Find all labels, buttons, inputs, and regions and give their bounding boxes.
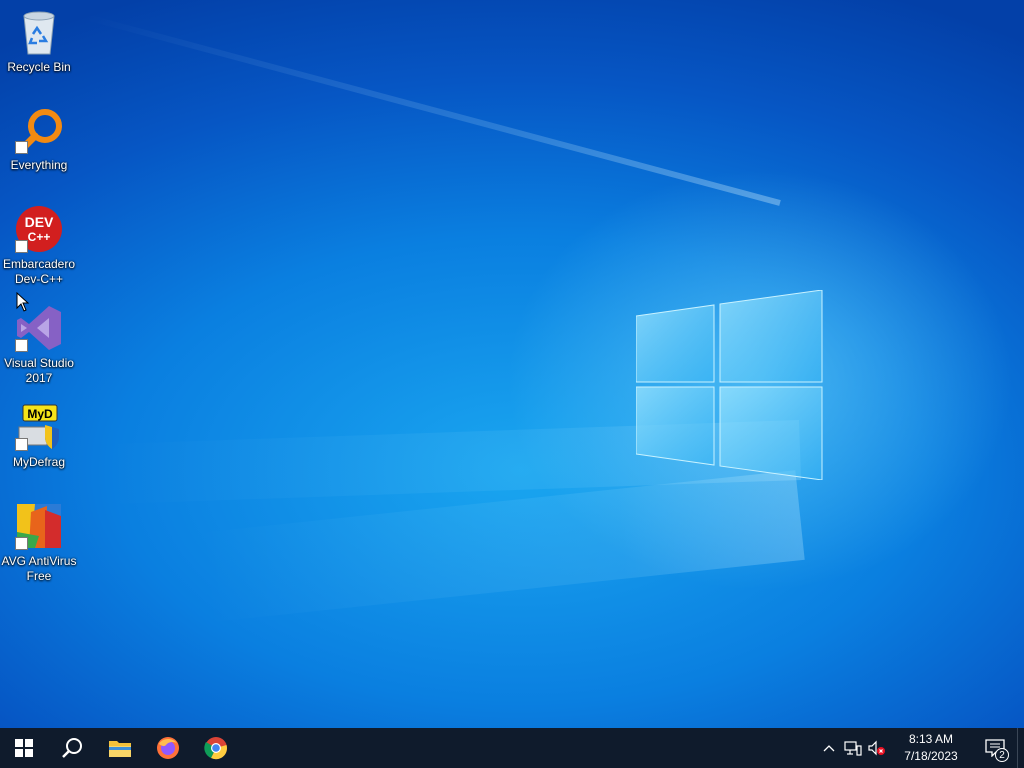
desktop-icon-label: Embarcadero Dev-C++	[2, 257, 76, 286]
shortcut-arrow-icon	[15, 339, 28, 352]
recycle-bin-icon	[15, 8, 63, 56]
shortcut-arrow-icon	[15, 438, 28, 451]
svg-text:MyD: MyD	[27, 407, 53, 421]
chevron-up-icon	[823, 745, 835, 752]
desktop-icon-label: AVG AntiVirus Free	[1, 554, 77, 583]
svg-text:C++: C++	[28, 230, 51, 244]
desktop-icon-recycle-bin[interactable]: Recycle Bin	[0, 8, 78, 75]
volume-button[interactable]	[865, 728, 889, 768]
desktop-icon-everything[interactable]: Everything	[0, 106, 78, 173]
show-hidden-icons-button[interactable]	[817, 728, 841, 768]
desktop[interactable]: Recycle Bin Everything DEV C++ Embarcade…	[0, 0, 1024, 728]
shortcut-arrow-icon	[15, 537, 28, 550]
shortcut-arrow-icon	[15, 141, 28, 154]
light-beam	[198, 470, 805, 623]
windows-logo-wallpaper	[636, 290, 823, 480]
avg-antivirus-icon	[15, 502, 63, 550]
taskbar-chrome[interactable]	[192, 728, 240, 768]
taskbar-firefox[interactable]	[144, 728, 192, 768]
taskbar-clock[interactable]: 8:13 AM 7/18/2023	[895, 731, 967, 765]
network-button[interactable]	[841, 728, 865, 768]
desktop-icon-visual-studio[interactable]: Visual Studio 2017	[0, 304, 78, 386]
system-tray: 8:13 AM 7/18/2023 2	[817, 728, 1024, 768]
network-icon	[844, 741, 862, 756]
search-icon	[62, 738, 82, 758]
clock-date: 7/18/2023	[904, 749, 958, 763]
svg-text:DEV: DEV	[25, 214, 54, 230]
chrome-icon	[204, 737, 227, 760]
mouse-cursor-icon	[16, 292, 30, 312]
start-button[interactable]	[0, 728, 48, 768]
desktop-icon-label: Recycle Bin	[7, 60, 71, 74]
show-desktop-button[interactable]	[1017, 728, 1024, 768]
desktop-icon-label: MyDefrag	[12, 455, 65, 469]
search-button[interactable]	[48, 728, 96, 768]
shortcut-arrow-icon	[15, 240, 28, 253]
everything-search-icon	[15, 106, 63, 154]
start-icon	[15, 739, 33, 757]
desktop-icon-mydefrag[interactable]: MyD MyDefrag	[0, 403, 78, 470]
devcpp-icon: DEV C++	[15, 205, 63, 253]
firefox-icon	[157, 737, 179, 759]
light-beam	[83, 13, 781, 206]
desktop-icon-avg[interactable]: AVG AntiVirus Free	[0, 502, 78, 584]
file-explorer-icon	[109, 741, 131, 757]
action-center-button[interactable]: 2	[973, 728, 1017, 768]
desktop-icon-label: Everything	[10, 158, 68, 172]
mydefrag-icon: MyD	[15, 403, 63, 451]
desktop-icon-label: Visual Studio 2017	[4, 356, 74, 385]
clock-time: 8:13 AM	[908, 732, 954, 746]
desktop-icon-devcpp[interactable]: DEV C++ Embarcadero Dev-C++	[0, 205, 78, 287]
taskbar: 8:13 AM 7/18/2023 2	[0, 728, 1024, 768]
volume-muted-icon	[868, 740, 885, 756]
notification-count-badge: 2	[995, 748, 1009, 762]
taskbar-file-explorer[interactable]	[96, 728, 144, 768]
